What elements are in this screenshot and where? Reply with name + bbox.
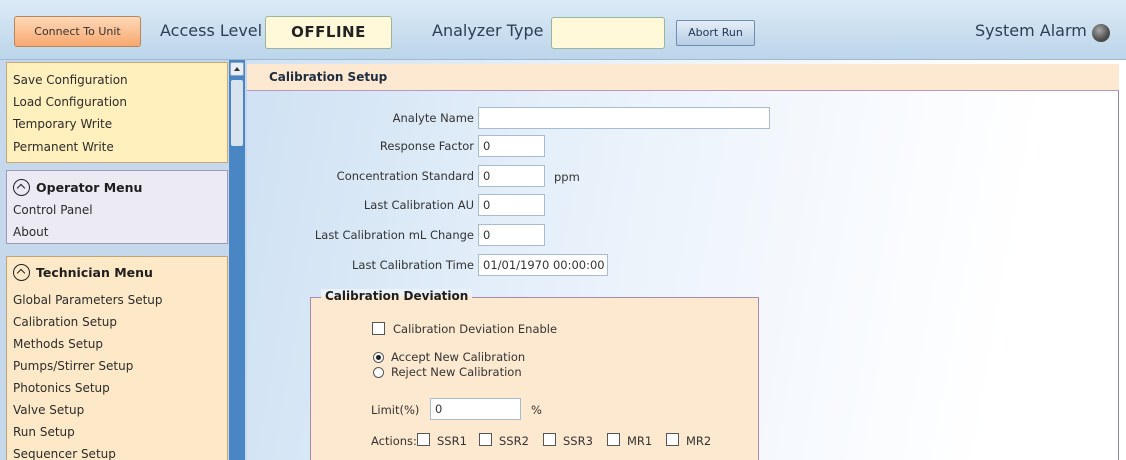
action-mr2-label: MR2	[686, 434, 712, 448]
access-level-value: OFFLINE	[265, 16, 392, 49]
sidebar-item-save-configuration[interactable]: Save Configuration	[13, 73, 128, 87]
scroll-up-arrow-icon[interactable]	[230, 62, 244, 76]
sidebar: Save Configuration Load Configuration Te…	[0, 60, 247, 460]
abort-run-button[interactable]: Abort Run	[676, 20, 755, 46]
actions-label: Actions:	[371, 434, 417, 448]
last-calibration-au-label: Last Calibration AU	[363, 198, 474, 212]
operator-menu-panel: Operator Menu Control Panel About	[6, 170, 228, 244]
sidebar-item-photonics-setup[interactable]: Photonics Setup	[13, 381, 110, 395]
analyte-name-label: Analyte Name	[392, 111, 474, 125]
action-ssr3-label: SSR3	[563, 434, 593, 448]
sidebar-item-about[interactable]: About	[13, 225, 48, 239]
connect-to-unit-button[interactable]: Connect To Unit	[14, 16, 141, 47]
system-alarm-label: System Alarm	[975, 21, 1087, 40]
sidebar-item-temporary-write[interactable]: Temporary Write	[13, 117, 112, 131]
calibration-deviation-group: Calibration Deviation Calibration Deviat…	[310, 289, 759, 460]
response-factor-input[interactable]: 0	[478, 135, 545, 157]
sidebar-item-permanent-write[interactable]: Permanent Write	[13, 140, 114, 154]
reject-calibration-label: Reject New Calibration	[391, 365, 522, 379]
technician-menu-title: Technician Menu	[36, 265, 153, 280]
reject-calibration-radio[interactable]	[373, 367, 384, 378]
concentration-standard-label: Concentration Standard	[336, 169, 474, 183]
analyzer-type-label: Analyzer Type	[432, 21, 544, 40]
analyzer-type-field	[551, 17, 665, 49]
analyte-name-input[interactable]	[478, 107, 770, 129]
configuration-panel: Save Configuration Load Configuration Te…	[6, 62, 228, 163]
action-ssr3-checkbox[interactable]	[543, 433, 556, 446]
accept-calibration-radio[interactable]	[373, 352, 384, 363]
content-border	[1118, 91, 1119, 460]
limit-unit: %	[531, 403, 542, 417]
sidebar-item-valve-setup[interactable]: Valve Setup	[13, 403, 84, 417]
action-ssr2-label: SSR2	[499, 434, 529, 448]
limit-input[interactable]: 0	[430, 398, 521, 420]
action-mr1-label: MR1	[627, 434, 653, 448]
last-calibration-ml-input[interactable]: 0	[478, 224, 545, 246]
action-mr2-checkbox[interactable]	[666, 433, 679, 446]
sidebar-item-load-configuration[interactable]: Load Configuration	[13, 95, 127, 109]
technician-menu-header[interactable]: Technician Menu	[13, 264, 153, 281]
sidebar-item-methods-setup[interactable]: Methods Setup	[13, 337, 103, 351]
action-mr1-checkbox[interactable]	[607, 433, 620, 446]
sidebar-item-run-setup[interactable]: Run Setup	[13, 425, 75, 439]
main-content: Calibration Setup Analyte Name Response …	[247, 60, 1126, 460]
operator-menu-header[interactable]: Operator Menu	[13, 179, 142, 196]
sidebar-item-control-panel[interactable]: Control Panel	[13, 203, 93, 217]
deviation-enable-checkbox[interactable]	[372, 322, 385, 335]
top-toolbar: Connect To Unit Access Level OFFLINE Ana…	[0, 0, 1126, 60]
sidebar-item-global-parameters-setup[interactable]: Global Parameters Setup	[13, 293, 163, 307]
action-ssr2-checkbox[interactable]	[479, 433, 492, 446]
last-calibration-ml-label: Last Calibration mL Change	[314, 228, 474, 242]
page-title: Calibration Setup	[247, 64, 1119, 91]
sidebar-item-pumps-stirrer-setup[interactable]: Pumps/Stirrer Setup	[13, 359, 133, 373]
scrollbar-thumb[interactable]	[231, 80, 243, 146]
operator-menu-title: Operator Menu	[36, 180, 143, 195]
response-factor-label: Response Factor	[379, 139, 474, 153]
sidebar-scrollbar[interactable]	[229, 60, 245, 460]
access-level-label: Access Level	[160, 21, 263, 40]
alarm-indicator-icon	[1092, 24, 1110, 42]
sidebar-item-calibration-setup[interactable]: Calibration Setup	[13, 315, 117, 329]
calibration-deviation-title: Calibration Deviation	[321, 289, 473, 303]
action-ssr1-checkbox[interactable]	[417, 433, 430, 446]
last-calibration-time-label: Last Calibration Time	[352, 258, 474, 272]
last-calibration-au-input[interactable]: 0	[478, 194, 545, 216]
chevron-up-icon[interactable]	[13, 179, 30, 196]
technician-menu-panel: Technician Menu Global Parameters Setup …	[6, 256, 228, 460]
chevron-up-icon[interactable]	[13, 264, 30, 281]
concentration-standard-input[interactable]: 0	[478, 165, 545, 187]
sidebar-item-sequencer-setup[interactable]: Sequencer Setup	[13, 447, 116, 460]
action-ssr1-label: SSR1	[437, 434, 467, 448]
limit-label: Limit(%)	[371, 403, 420, 417]
accept-calibration-label: Accept New Calibration	[391, 350, 526, 364]
concentration-unit: ppm	[554, 170, 580, 184]
last-calibration-time-input[interactable]: 01/01/1970 00:00:00	[478, 254, 608, 276]
deviation-enable-label: Calibration Deviation Enable	[393, 322, 558, 336]
